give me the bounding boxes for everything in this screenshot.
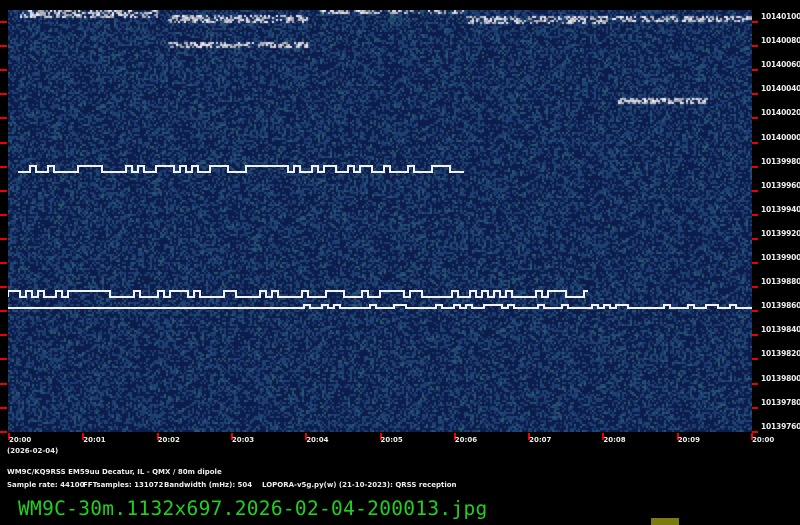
freq-label: 10139980: [761, 156, 800, 166]
freq-label: 10139880: [761, 277, 800, 287]
freq-label: 10139820: [761, 349, 800, 359]
freq-tick-left: [0, 262, 7, 264]
freq-label: 10140000: [761, 132, 800, 142]
freq-label: 10139920: [761, 228, 800, 238]
freq-label: 10139860: [761, 301, 800, 311]
sample-rate: Sample rate: 44100: [7, 481, 85, 489]
freq-tick: [752, 69, 758, 72]
freq-tick-left: [0, 165, 7, 168]
time-label: 20:06: [454, 436, 478, 444]
signal-trace-middle: [8, 290, 588, 298]
freq-label: 10140100: [761, 12, 800, 21]
filename-label: WM9C-30m.1132x697.2026-02-04-200013.jpg: [18, 497, 488, 520]
freq-tick: [752, 117, 758, 120]
freq-tick: [752, 237, 758, 240]
freq-label: 10139760: [761, 421, 800, 431]
fft-samples: FFTsamples: 131072: [83, 481, 164, 489]
freq-tick: [752, 310, 758, 313]
freq-tick: [752, 334, 758, 337]
freq-label: 10139780: [761, 397, 800, 407]
bandwidth: Bandwidth (mHz): 504: [164, 481, 253, 489]
freq-tick: [752, 93, 758, 96]
freq-tick: [752, 286, 758, 289]
freq-label: 10140060: [761, 60, 800, 70]
freq-tick-left: [0, 406, 7, 409]
time-label: 20:01: [83, 436, 106, 444]
freq-tick-left: [0, 69, 7, 72]
freq-tick-left: [0, 21, 7, 23]
freq-tick-left: [0, 310, 7, 313]
freq-tick: [752, 141, 758, 144]
time-label: 20:02: [157, 436, 180, 444]
signal-trace-lower-b: [298, 304, 752, 309]
freq-tick: [752, 262, 758, 264]
signal-trace-upper: [18, 165, 464, 173]
time-label: 20:00: [752, 436, 775, 444]
signal-traces: [8, 165, 752, 309]
freq-label: 10139940: [761, 204, 800, 214]
freq-tick-left: [0, 117, 7, 120]
freq-tick-left: [0, 45, 7, 48]
time-label: 20:09: [677, 436, 700, 444]
freq-tick-left: [0, 334, 7, 337]
freq-label: 10139800: [761, 373, 800, 383]
station-info: WM9C/KQ9RSS EM59uu Decatur, IL - QMX / 8…: [7, 468, 222, 476]
waterfall-spectrogram: [8, 10, 752, 432]
freq-tick-left: [0, 141, 7, 144]
date-label: (2026-02-04): [7, 447, 59, 455]
freq-tick-left: [0, 189, 7, 192]
time-label: 20:05: [380, 436, 403, 444]
freq-label: 10140080: [761, 36, 800, 46]
freq-tick-left: [0, 286, 7, 289]
freq-tick: [752, 382, 758, 385]
time-label: 20:04: [306, 436, 329, 444]
freq-tick-left: [0, 237, 7, 240]
time-label: 20:03: [231, 436, 255, 444]
freq-label: 10139900: [761, 253, 800, 262]
time-label: 20:07: [529, 436, 552, 444]
time-label: 20:00: [9, 436, 32, 444]
freq-label: 10139960: [761, 180, 800, 190]
freq-tick: [752, 21, 758, 23]
freq-tick-left: [0, 358, 7, 361]
freq-label: 10139840: [761, 325, 800, 335]
freq-label: 10140040: [761, 84, 800, 94]
freq-tick-left: [0, 382, 7, 385]
freq-tick-left: [0, 430, 7, 433]
freq-tick: [752, 165, 758, 168]
freq-tick: [752, 406, 758, 409]
freq-tick: [752, 213, 758, 216]
status-indicator: [651, 518, 679, 525]
software-info: LOPORA-v5g.py(w) (21-10-2023): QRSS rece…: [262, 481, 457, 489]
freq-tick-left: [0, 213, 7, 216]
freq-tick: [752, 189, 758, 192]
freq-tick: [752, 45, 758, 48]
freq-tick-left: [0, 93, 7, 96]
freq-tick: [752, 358, 758, 361]
freq-label: 10140020: [761, 108, 800, 118]
time-label: 20:08: [603, 436, 626, 444]
